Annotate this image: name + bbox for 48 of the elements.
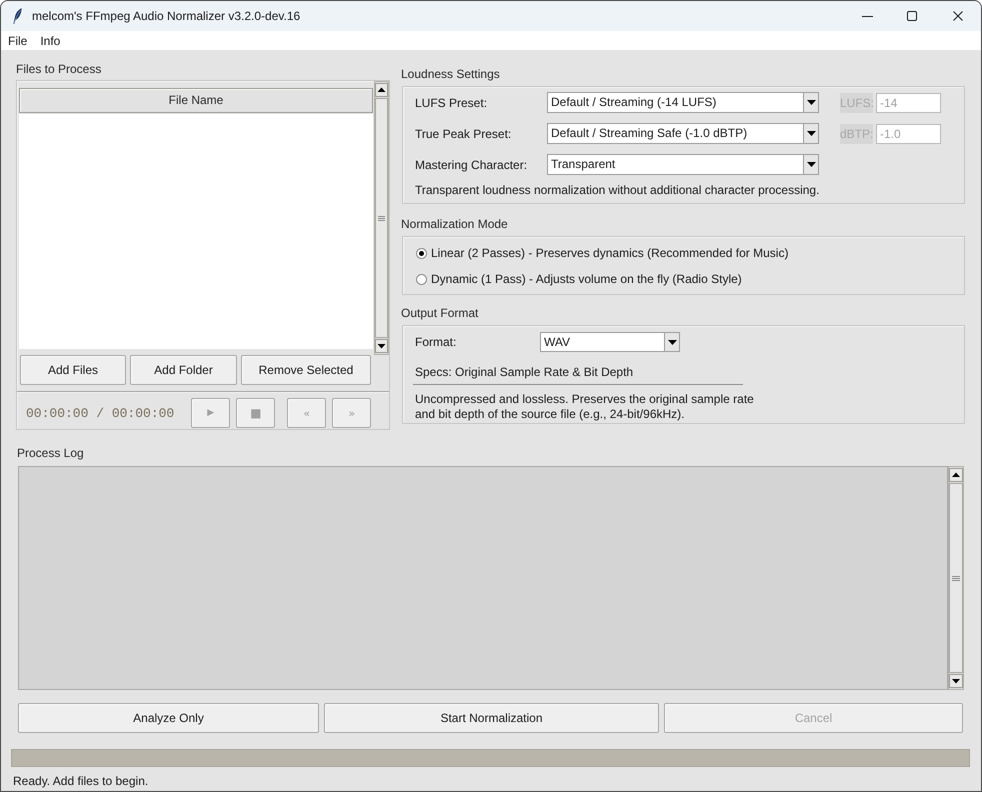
section-title: Process Log <box>17 445 84 461</box>
radio-icon[interactable] <box>416 248 427 258</box>
file-action-button[interactable]: Remove Selected <box>241 355 371 385</box>
file-action-button[interactable]: Add Files <box>20 355 126 385</box>
section-title: Files to Process <box>16 61 102 77</box>
caret-icon <box>806 100 816 105</box>
dropdown[interactable]: Default / Streaming (-14 LUFS) <box>547 92 819 113</box>
scroll-down-icon[interactable] <box>375 339 388 353</box>
description-text: Uncompressed and lossless. Preserves the original sample rate and bit depth of the source file (e.g., 24-bit/96kHz). <box>415 392 755 422</box>
caret-icon <box>668 340 676 344</box>
radio-option[interactable]: Dynamic (1 Pass) - Adjusts volume on the fly (Radio Style) <box>416 269 742 289</box>
scrollbar[interactable] <box>948 466 964 690</box>
close-icon[interactable] <box>953 11 963 21</box>
radio-icon[interactable] <box>416 274 427 284</box>
action-button[interactable]: Analyze Only <box>18 703 319 733</box>
field-label: Mastering Character: <box>415 158 528 172</box>
column-header[interactable]: File Name <box>19 88 373 113</box>
caret-icon <box>806 162 816 167</box>
scrollbar-thumb[interactable] <box>375 98 388 338</box>
feather-icon <box>13 8 22 24</box>
action-button[interactable]: Start Normalization <box>324 703 659 733</box>
specs-text: Specs: Original Sample Rate & Bit Depth <box>415 364 634 380</box>
radio-option[interactable]: Linear (2 Passes) - Preserves dynamics (Recommended for Music) <box>416 243 788 263</box>
grip-icon <box>952 576 960 580</box>
scroll-down-icon[interactable] <box>949 674 963 688</box>
section-title: Loudness Settings <box>401 66 500 82</box>
scrollbar[interactable] <box>374 81 389 355</box>
scroll-up-icon[interactable] <box>375 83 388 97</box>
scroll-up-icon[interactable] <box>949 468 963 482</box>
maximize-icon[interactable] <box>907 11 917 21</box>
section-title: Normalization Mode <box>401 216 508 232</box>
field-label: Format: <box>415 335 458 349</box>
dropdown[interactable]: Default / Streaming Safe (-1.0 dBTP) <box>547 123 819 144</box>
time-display: 00:00:00 / 00:00:00 <box>26 406 174 420</box>
field-label: True Peak Preset: <box>415 126 512 140</box>
field-label: LUFS Preset: <box>415 96 488 110</box>
caret-icon <box>806 131 816 136</box>
dropdown[interactable]: WAV <box>540 332 680 352</box>
description-text: Transparent loudness normalization without additional character processing. <box>415 182 820 198</box>
file-action-button[interactable]: Add Folder <box>130 355 237 385</box>
section-title: Output Format <box>401 305 478 321</box>
window-title: melcom's FFmpeg Audio Normalizer v3.2.0-dev.16 <box>32 9 300 23</box>
dropdown[interactable]: Transparent <box>547 154 819 175</box>
menu-item[interactable]: File <box>8 32 28 48</box>
menu-item[interactable]: Info <box>40 32 60 48</box>
status-text: Ready. Add files to begin. <box>13 773 148 789</box>
grip-icon <box>378 216 385 220</box>
scrollbar-thumb[interactable] <box>949 483 963 673</box>
